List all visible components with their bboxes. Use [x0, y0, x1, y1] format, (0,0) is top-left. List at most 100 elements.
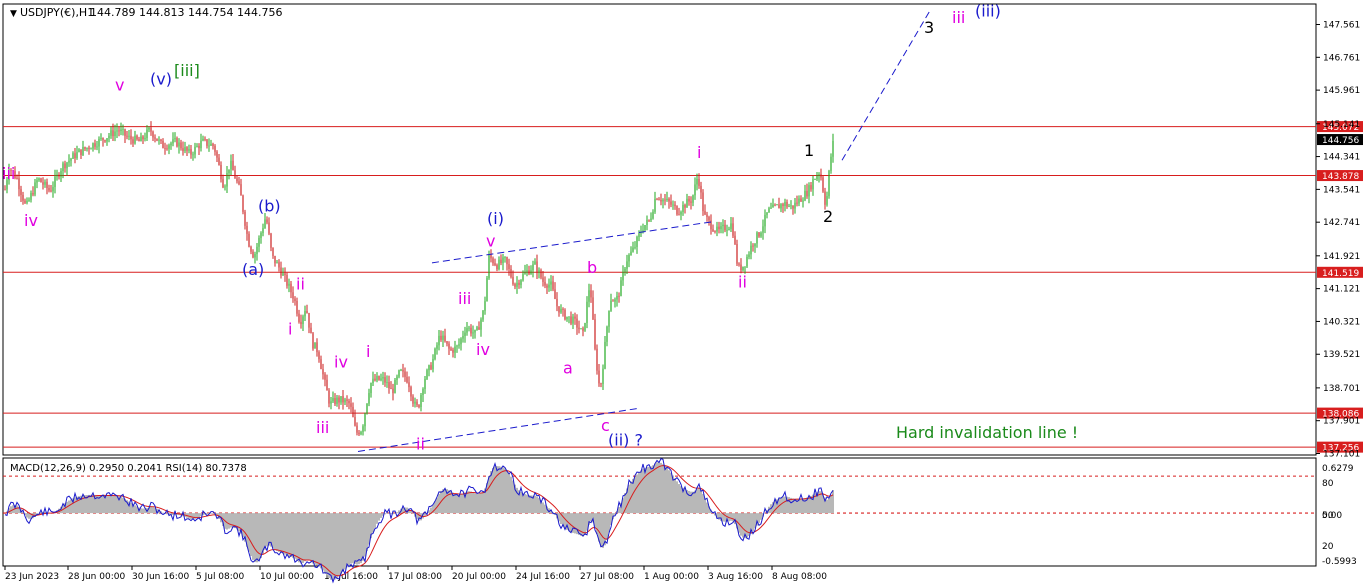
candle-body: [604, 341, 606, 369]
candle-body: [626, 261, 628, 269]
wave-label: i: [288, 320, 292, 339]
candle-body: [256, 246, 258, 255]
macd-histogram-bar: [782, 496, 784, 514]
candle-body: [232, 160, 234, 171]
price-chart[interactable]: 145.072143.878141.519138.086137.256144.7…: [0, 0, 1366, 588]
candle-body: [142, 136, 144, 140]
candle-body: [86, 147, 88, 149]
candle-body: [786, 202, 788, 207]
macd-histogram-bar: [664, 465, 666, 514]
candle-body: [118, 130, 120, 132]
candle-body: [504, 257, 506, 258]
candle-body: [132, 139, 134, 144]
wave-label: 2: [823, 207, 833, 226]
macd-histogram-bar: [130, 502, 132, 514]
candle-body: [220, 164, 222, 180]
candle-body: [524, 271, 526, 275]
macd-histogram-bar: [528, 495, 530, 514]
candle-body: [458, 344, 460, 346]
macd-histogram-bar: [580, 513, 582, 536]
wave-label: v: [486, 231, 495, 250]
macd-histogram-bar: [570, 513, 572, 533]
candle-body: [284, 273, 286, 276]
candle-body: [508, 264, 510, 269]
macd-histogram-bar: [108, 495, 110, 514]
main-frame-border: [2, 3, 1317, 456]
candle-body: [400, 369, 402, 371]
candle-body: [192, 154, 194, 156]
candle-body: [194, 146, 196, 155]
wave-label: ii: [416, 434, 425, 453]
candle-body: [638, 233, 640, 238]
candle-body: [450, 348, 452, 350]
candle-body: [792, 205, 794, 209]
candle-body: [38, 178, 40, 181]
macd-histogram-bar: [16, 505, 18, 514]
macd-histogram-bar: [662, 464, 664, 514]
candle-body: [390, 388, 392, 390]
macd-histogram-bar: [348, 513, 350, 566]
candle-body: [734, 235, 736, 245]
candle-body: [154, 137, 156, 139]
candle-body: [260, 233, 262, 239]
candle-body: [660, 200, 662, 202]
candle-body: [428, 365, 430, 371]
macd-histogram-bar: [142, 508, 144, 514]
candle-body: [162, 140, 164, 149]
candle-body: [572, 316, 574, 324]
macd-histogram-bar: [462, 493, 464, 514]
candle-body: [816, 175, 818, 180]
candle-body: [216, 151, 218, 158]
candle-body: [60, 171, 62, 177]
candle-body: [350, 403, 352, 407]
candle-body: [570, 316, 572, 324]
macd-histogram-bar: [636, 474, 638, 514]
candle-body: [340, 396, 342, 403]
candle-body: [830, 156, 832, 171]
candle-body: [364, 413, 366, 427]
candle-body: [812, 179, 814, 190]
candle-body: [358, 432, 360, 435]
candle-body: [436, 345, 438, 349]
macd-histogram-bar: [206, 513, 208, 515]
candle-body: [278, 262, 280, 268]
candle-body: [750, 245, 752, 255]
x-tick-label: 10 Jul 00:00: [260, 572, 314, 582]
y-tick-label: 147.561: [1323, 21, 1360, 31]
candle-body: [808, 185, 810, 197]
macd-histogram-bar: [444, 488, 446, 514]
macd-histogram-bar: [826, 499, 828, 514]
candle-body: [126, 135, 128, 137]
macd-histogram-bar: [112, 495, 114, 514]
candle-body: [484, 301, 486, 311]
candle-body: [382, 377, 384, 379]
macd-histogram-bar: [332, 513, 334, 581]
candle-body: [82, 147, 84, 155]
candle-body: [730, 223, 732, 229]
candle-body: [150, 127, 152, 132]
candle-body: [502, 257, 504, 264]
candle-body: [170, 143, 172, 146]
candle-body: [490, 254, 492, 259]
symbol-dropdown-icon[interactable]: ▼: [10, 9, 17, 19]
macd-histogram-bar: [524, 494, 526, 514]
candle-body: [528, 270, 530, 275]
macd-histogram-bar: [304, 513, 306, 562]
candle-body: [662, 199, 664, 202]
candle-body: [822, 177, 824, 192]
candle-body: [144, 138, 146, 140]
candle-body: [744, 266, 746, 268]
candle-body: [18, 178, 20, 190]
candle-body: [348, 400, 350, 404]
macd-histogram-bar: [670, 472, 672, 514]
candle-body: [190, 149, 192, 155]
candle-body: [370, 383, 372, 394]
macd-histogram-bar: [496, 466, 498, 514]
candlesticks: [4, 121, 834, 437]
macd-histogram-bar: [364, 513, 366, 557]
candle-body: [198, 145, 200, 149]
macd-histogram-bar: [298, 513, 300, 563]
candle-body: [802, 200, 804, 202]
x-tick-label: 1 Aug 00:00: [644, 572, 699, 582]
macd-histogram-bar: [658, 462, 660, 514]
